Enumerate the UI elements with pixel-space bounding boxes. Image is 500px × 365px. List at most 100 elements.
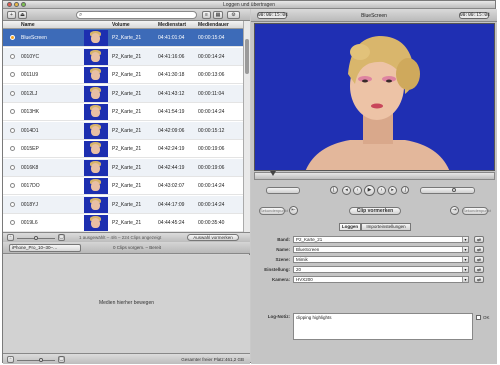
list-view-icon[interactable]: ≡ — [202, 11, 211, 19]
large-thumbnail-icon[interactable]: ▢ — [58, 356, 65, 363]
queue-size-knob[interactable] — [39, 358, 43, 362]
media-start-cell: 04:42:09:06 — [158, 127, 185, 134]
reel-slate-button[interactable]: ⇄ — [474, 236, 484, 243]
thumbnail-view-icon[interactable]: ▦ — [213, 11, 223, 19]
media-duration-cell: 00:00:19:06 — [198, 146, 225, 152]
media-start-cell: 04:41:54:19 — [158, 109, 185, 115]
add-clip-to-queue-button[interactable]: Clip vormerken — [349, 207, 401, 215]
volume-cell: P2_Karte_21 — [112, 220, 142, 226]
media-start-cell: 04:44:17:09 — [158, 201, 185, 208]
media-start-cell: 04:44:45:24 — [158, 220, 185, 226]
media-start-cell: 04:41:30:18 — [158, 72, 185, 78]
tab-import-settings[interactable]: Importeinstellungen — [361, 223, 411, 231]
step-forward-icon[interactable]: › — [377, 186, 386, 195]
table-row[interactable]: 0011U9 P2_Karte_21 04:41:30:18 00:00:13:06 — [3, 66, 243, 84]
chevron-down-icon[interactable]: ▾ — [462, 257, 468, 262]
volume-slider[interactable] — [420, 187, 475, 194]
vertical-scrollbar[interactable] — [243, 21, 250, 232]
table-row[interactable]: 0015EP P2_Karte_21 04:42:24:19 00:00:19:06 — [3, 140, 243, 158]
media-duration-cell: 00:00:11:04 — [198, 90, 225, 97]
playhead-icon[interactable] — [270, 171, 276, 176]
column-volume[interactable]: Volume — [112, 22, 130, 28]
name-slate-button[interactable]: ⇄ — [474, 246, 484, 253]
take-slate-button[interactable]: ⇄ — [474, 266, 484, 273]
add-selection-to-queue-button[interactable]: Auswahl vormerken — [187, 234, 239, 241]
queue-size-slider[interactable] — [17, 360, 55, 361]
column-media-duration[interactable]: Mediendauer — [198, 22, 229, 28]
log-note-field[interactable]: clipping highlights — [293, 313, 473, 340]
name-field[interactable]: BlueScreen ▾ — [293, 246, 469, 253]
play-icon[interactable]: ▶ — [364, 185, 375, 196]
search-input[interactable]: ⌕ — [76, 11, 197, 19]
scrubber-bar[interactable] — [254, 171, 495, 180]
mark-out-icon[interactable]: ⌋ — [401, 186, 409, 194]
volume-select[interactable]: iPhone_Pro_10–30–… — [9, 244, 81, 252]
column-media-start[interactable]: Medienstart — [158, 22, 186, 28]
scene-value: Mimik — [296, 257, 308, 262]
volume-knob[interactable] — [452, 188, 456, 192]
table-row[interactable]: BlueScreen P2_Karte_21 04:41:01:04 00:00:15… — [3, 29, 243, 47]
table-row[interactable]: 0018YJ P2_Karte_21 04:44:17:09 00:00:14:24 — [3, 195, 243, 214]
clip-name-cell: 0016K8 — [21, 164, 39, 171]
large-thumbnail-icon[interactable]: ▢ — [58, 234, 65, 241]
camera-slate-button[interactable]: ⇄ — [474, 276, 484, 283]
media-duration-cell: 00:00:19:06 — [198, 164, 225, 171]
clip-thumbnail — [84, 141, 108, 157]
transfer-queue-dropzone[interactable]: Medien hierher bewegen — [3, 255, 250, 353]
chevron-down-icon[interactable]: ▾ — [462, 267, 468, 272]
ok-checkbox[interactable] — [476, 315, 481, 320]
table-row[interactable]: 0010YC P2_Karte_21 04:41:16:06 00:00:14:24 — [3, 47, 243, 66]
chevron-down-icon[interactable]: ▾ — [462, 247, 468, 252]
add-folder-button[interactable]: + — [7, 11, 16, 19]
scene-label: Szene: — [275, 257, 290, 262]
column-name[interactable]: Name — [21, 22, 35, 28]
timecode-out[interactable]: 00:00:15:04 — [459, 12, 490, 19]
table-row[interactable]: 0019L6 P2_Karte_21 04:44:45:24 00:00:35:40 — [3, 214, 243, 232]
table-row[interactable]: 0017DO P2_Karte_21 04:43:02:07 00:00:14:24 — [3, 177, 243, 195]
table-row[interactable]: 0014D1 P2_Karte_21 04:42:09:06 00:00:15:12 — [3, 121, 243, 140]
clip-name-cell: BlueScreen — [21, 35, 47, 41]
eject-button[interactable]: ⏏ — [18, 11, 27, 19]
preview-header: 00:00:15:04 BlueScreen 00:00:15:04 — [251, 9, 497, 22]
reel-field[interactable]: P2_Karte_21 ▾ — [293, 236, 469, 243]
in-point-field[interactable]: Sekundenpunkt — [259, 207, 288, 215]
volume-cell: P2_Karte_21 — [112, 201, 142, 208]
clip-name-cell: 0010YC — [21, 53, 40, 60]
out-point-field[interactable]: Sekundenpunkt — [462, 207, 491, 215]
chevron-down-icon[interactable]: ▾ — [462, 237, 468, 242]
camera-field[interactable]: HVX200 ▾ — [293, 276, 469, 283]
thumbnail-size-knob[interactable] — [34, 236, 38, 240]
name-label: Name: — [276, 247, 290, 252]
mark-in-icon[interactable]: ⌊ — [330, 186, 338, 194]
tab-logging[interactable]: Loggen — [339, 223, 361, 231]
shuttle-control[interactable] — [266, 187, 300, 194]
media-start-cell: 04:43:02:07 — [158, 183, 185, 189]
scene-field[interactable]: Mimik ▾ — [293, 256, 469, 263]
table-row[interactable]: 0016K8 P2_Karte_21 04:42:44:19 00:00:19:06 — [3, 158, 243, 177]
take-field[interactable]: 20 ▾ — [293, 266, 469, 273]
clip-thumbnail — [84, 196, 108, 213]
previous-clip-icon[interactable]: ◂ — [342, 186, 351, 195]
small-thumbnail-icon[interactable]: ▫ — [7, 356, 14, 363]
chevron-down-icon[interactable]: ▾ — [462, 277, 468, 282]
small-thumbnail-icon[interactable]: ▫ — [7, 234, 14, 241]
volume-cell: P2_Karte_21 — [112, 183, 142, 189]
queue-footer: ▫ ▢ Gesamter freier Platz:461,2 GB — [3, 353, 250, 364]
scene-slate-button[interactable]: ⇄ — [474, 256, 484, 263]
gear-icon[interactable]: ⚙ — [227, 11, 240, 19]
status-indicator — [10, 183, 15, 188]
table-row[interactable]: 0012LJ P2_Karte_21 04:41:43:12 00:00:11:04 — [3, 84, 243, 103]
clip-name-cell: 0015EP — [21, 146, 39, 152]
status-indicator — [10, 127, 15, 133]
search-icon: ⌕ — [79, 12, 83, 18]
step-back-icon[interactable]: ‹ — [353, 186, 362, 195]
mark-row: Sekundenpunkt ⇤ Clip vormerken ⇥ Sekunde… — [251, 204, 497, 218]
media-start-cell: 04:42:24:19 — [158, 146, 185, 152]
next-clip-icon[interactable]: ▸ — [388, 186, 397, 195]
table-row[interactable]: 0013HK P2_Karte_21 04:41:54:19 00:00:14:24 — [3, 103, 243, 121]
media-start-cell: 04:41:16:06 — [158, 53, 185, 60]
media-duration-cell: 00:00:13:06 — [198, 72, 225, 78]
go-to-in-icon[interactable]: ⇤ — [289, 206, 298, 215]
scrollbar-thumb[interactable] — [245, 39, 249, 74]
go-to-out-icon[interactable]: ⇥ — [450, 206, 459, 215]
